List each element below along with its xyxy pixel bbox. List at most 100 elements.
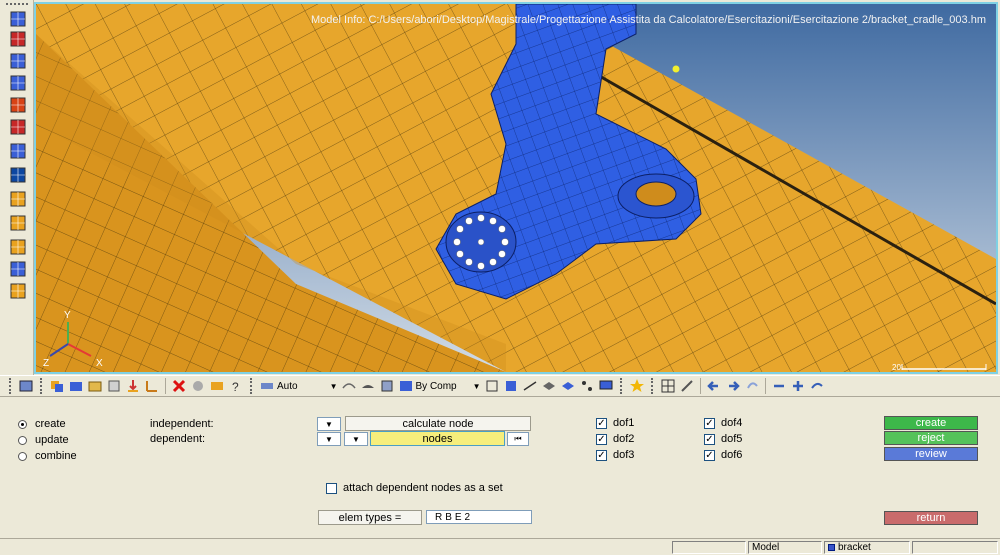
auto-color-dropdown[interactable]: Auto ▼ [259, 378, 338, 394]
review-button[interactable]: review [884, 447, 978, 461]
rotate-icon[interactable] [809, 378, 825, 394]
status-message [672, 541, 746, 554]
auto-label: Auto [277, 380, 298, 392]
find-icon[interactable] [9, 142, 27, 160]
toolbar-grip[interactable] [6, 3, 28, 6]
shaded-icon[interactable] [68, 378, 84, 394]
abc-node-icon[interactable] [9, 238, 27, 256]
radio-combine[interactable] [18, 451, 27, 461]
calculate-node-button[interactable]: calculate node [345, 416, 531, 431]
screen-icon[interactable] [598, 378, 614, 394]
elements-icon[interactable] [106, 378, 122, 394]
radio-update[interactable] [18, 435, 27, 445]
dof3-checkbox[interactable]: ✓ dof3 [596, 449, 634, 461]
return-button[interactable]: return [884, 511, 978, 525]
star-icon[interactable] [629, 378, 645, 394]
chevron-down-icon: ▼ [329, 381, 338, 391]
folder-icon[interactable] [87, 378, 103, 394]
component-visibility-icon [10, 11, 26, 27]
visualization-toolbar: ? Auto ▼ By Comp ▼ [0, 375, 1000, 397]
line-icon[interactable] [522, 378, 538, 394]
load-icon[interactable] [125, 378, 141, 394]
wireframe-icon[interactable] [484, 378, 500, 394]
left-toolbar [0, 0, 34, 375]
dof1-checkbox[interactable]: ✓ dof1 [596, 417, 634, 429]
dof4-checkbox[interactable]: ✓ dof4 [704, 417, 742, 429]
element-display-icon[interactable] [9, 74, 27, 92]
component-color-icon[interactable] [49, 378, 65, 394]
dof6-checkbox[interactable]: ✓ dof6 [704, 449, 742, 461]
create-button[interactable]: create [884, 416, 978, 430]
option-create[interactable]: create [18, 418, 66, 430]
shading-icon[interactable] [360, 378, 376, 394]
attach-set-checkbox[interactable]: attach dependent nodes as a set [326, 482, 503, 494]
display-options-icon[interactable] [18, 378, 34, 394]
zoom-out-icon[interactable] [771, 378, 787, 394]
chevron-down-icon: ▼ [325, 419, 333, 429]
unmask-icon[interactable] [209, 378, 225, 394]
dependent-entity-toggle[interactable]: ▼ [344, 432, 368, 446]
component-visibility-icon[interactable] [9, 10, 27, 28]
skip-back-icon: ⏮ [514, 434, 522, 443]
option-combine[interactable]: combine [18, 450, 77, 462]
reject-button[interactable]: reject [884, 431, 978, 445]
help-icon[interactable]: ? [228, 378, 244, 394]
surface-icon[interactable] [541, 378, 557, 394]
reset-selection-button[interactable]: ⏮ [507, 432, 529, 446]
toolbar-grip[interactable] [9, 378, 12, 394]
mask-icon[interactable] [9, 118, 27, 136]
entity-display-icon [10, 283, 26, 299]
translate-icon[interactable] [9, 260, 27, 278]
elem-types-field[interactable]: RBE2 [426, 510, 532, 524]
nodes-collector[interactable]: nodes [370, 431, 505, 446]
link-icon[interactable] [679, 378, 695, 394]
abc-element-icon[interactable] [9, 214, 27, 232]
dof2-checkbox[interactable]: ✓ dof2 [596, 433, 634, 445]
element-display-icon [10, 75, 26, 91]
graphics-viewport[interactable]: Y Z X 20 Model Info: C:/Users/abori/Desk… [34, 2, 998, 374]
option-update[interactable]: update [18, 434, 69, 446]
numbers-icon[interactable] [9, 166, 27, 184]
entity-display-icon[interactable] [9, 282, 27, 300]
measure-icon [10, 191, 26, 207]
independent-label: independent: [150, 418, 214, 430]
component-display-icon[interactable] [9, 30, 27, 48]
by-comp-dropdown[interactable]: By Comp ▼ [398, 378, 481, 394]
solid-display-icon[interactable] [560, 378, 576, 394]
elem-types-button[interactable]: elem types = [318, 510, 422, 525]
forward-arrow-icon[interactable] [725, 378, 741, 394]
delete-icon[interactable] [171, 378, 187, 394]
node-icon[interactable] [579, 378, 595, 394]
mesh-display-icon[interactable] [9, 52, 27, 70]
model-info-label: Model Info: C:/Users/abori/Desktop/Magis… [311, 14, 986, 26]
by-comp-label: By Comp [415, 380, 457, 392]
zoom-in-icon[interactable] [790, 378, 806, 394]
solid-icon[interactable] [503, 378, 519, 394]
radio-create[interactable] [18, 419, 27, 429]
model-render: Y Z X 20 [36, 4, 996, 372]
status-model: Model [748, 541, 822, 554]
translate-icon [10, 261, 26, 277]
dependent-selector-toggle[interactable]: ▼ [317, 432, 341, 446]
shaded-display-icon [10, 97, 26, 113]
cube-icon[interactable] [379, 378, 395, 394]
view-layout-icon[interactable] [660, 378, 676, 394]
system-icon[interactable] [144, 378, 160, 394]
back-arrow-icon[interactable] [706, 378, 722, 394]
undo-icon[interactable] [744, 378, 760, 394]
auto-color-icon [259, 378, 275, 394]
hypermesh-window: Y Z X 20 Model Info: C:/Users/abori/Desk… [0, 0, 1000, 555]
measure-icon[interactable] [9, 190, 27, 208]
abc-node-icon [10, 239, 26, 255]
status-component[interactable]: bracket [824, 541, 910, 554]
component-color-swatch [828, 544, 835, 551]
shaded-display-icon[interactable] [9, 96, 27, 114]
dof5-checkbox[interactable]: ✓ dof5 [704, 433, 742, 445]
independent-selector-toggle[interactable]: ▼ [317, 417, 341, 431]
status-extra [912, 541, 998, 554]
mask-icon [10, 119, 26, 135]
rigids-panel: create update combine independent: depen… [0, 398, 1000, 538]
lighting-icon[interactable] [341, 378, 357, 394]
svg-text:20: 20 [892, 363, 901, 372]
mask-icon[interactable] [190, 378, 206, 394]
